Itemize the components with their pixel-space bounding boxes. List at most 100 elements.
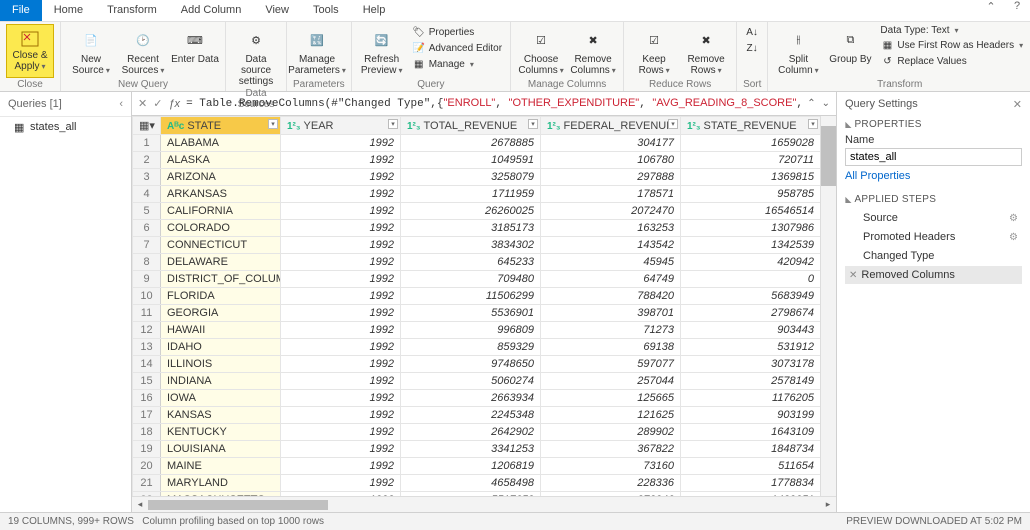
data-source-settings-button[interactable]: ⚙Data source settings (232, 24, 280, 87)
properties-button[interactable]: 🏷Properties (410, 24, 504, 40)
query-name-input[interactable] (845, 148, 1022, 166)
tab-add-column[interactable]: Add Column (169, 0, 254, 21)
cell-state[interactable]: INDIANA (161, 373, 281, 390)
table-row[interactable]: 10FLORIDA1992115062997884205683949 (133, 288, 821, 305)
close-settings-icon[interactable]: ✕ (1013, 98, 1022, 111)
commit-icon[interactable]: ✓ (153, 97, 162, 110)
cell-value[interactable]: 1711959 (401, 186, 541, 203)
cell-value[interactable]: 2663934 (401, 390, 541, 407)
cell-value[interactable]: 1992 (281, 305, 401, 322)
recent-sources-button[interactable]: 🕑Recent Sources (119, 24, 167, 76)
cell-value[interactable]: 2678885 (401, 135, 541, 152)
cell-value[interactable]: 1992 (281, 441, 401, 458)
cell-value[interactable]: 1848734 (681, 441, 821, 458)
cell-value[interactable]: 1992 (281, 220, 401, 237)
table-row[interactable]: 14ILLINOIS199297486505970773073178 (133, 356, 821, 373)
cell-value[interactable]: 9748650 (401, 356, 541, 373)
table-row[interactable]: 22MASSACHUSETTS199255176592739461439051 (133, 492, 821, 497)
cell-value[interactable]: 1992 (281, 339, 401, 356)
choose-columns-button[interactable]: ☑Choose Columns (517, 24, 565, 76)
table-row[interactable]: 12HAWAII199299680971273903443 (133, 322, 821, 339)
cell-value[interactable]: 1992 (281, 152, 401, 169)
advanced-editor-button[interactable]: 📝Advanced Editor (410, 40, 504, 56)
cell-state[interactable]: CALIFORNIA (161, 203, 281, 220)
first-row-headers-button[interactable]: ▦Use First Row as Headers (878, 37, 1025, 53)
cell-value[interactable]: 304177 (541, 135, 681, 152)
gear-icon[interactable]: ⚙ (1009, 232, 1018, 243)
cell-state[interactable]: HAWAII (161, 322, 281, 339)
cell-value[interactable]: 1992 (281, 407, 401, 424)
cell-value[interactable]: 2245348 (401, 407, 541, 424)
refresh-preview-button[interactable]: 🔄Refresh Preview (358, 24, 406, 76)
cell-state[interactable]: DISTRICT_OF_COLUMBIA (161, 271, 281, 288)
cell-value[interactable]: 5536901 (401, 305, 541, 322)
cell-state[interactable]: KANSAS (161, 407, 281, 424)
tab-home[interactable]: Home (42, 0, 95, 21)
cell-value[interactable]: 1992 (281, 135, 401, 152)
tab-help[interactable]: Help (351, 0, 398, 21)
formula-text[interactable]: = Table.RemoveColumns(#"Changed Type",{"… (186, 97, 801, 110)
cell-value[interactable]: 2578149 (681, 373, 821, 390)
table-row[interactable]: 19LOUISIANA199233412533678221848734 (133, 441, 821, 458)
cell-value[interactable]: 367822 (541, 441, 681, 458)
data-type-button[interactable]: Data Type: Text (878, 24, 1025, 37)
cell-value[interactable]: 1992 (281, 458, 401, 475)
cell-value[interactable]: 228336 (541, 475, 681, 492)
table-row[interactable]: 11GEORGIA199255369013987012798674 (133, 305, 821, 322)
cell-value[interactable]: 398701 (541, 305, 681, 322)
cell-value[interactable]: 1369815 (681, 169, 821, 186)
cell-value[interactable]: 5517659 (401, 492, 541, 497)
cell-value[interactable]: 3258079 (401, 169, 541, 186)
cell-value[interactable]: 11506299 (401, 288, 541, 305)
cell-state[interactable]: DELAWARE (161, 254, 281, 271)
cell-value[interactable]: 1992 (281, 203, 401, 220)
scroll-right-icon[interactable]: ▸ (820, 499, 836, 510)
scroll-left-icon[interactable]: ◂ (132, 499, 148, 510)
remove-columns-button[interactable]: ✖Remove Columns (569, 24, 617, 76)
column-header-state[interactable]: AᴮcSTATE▾ (161, 117, 281, 135)
cell-value[interactable]: 2072470 (541, 203, 681, 220)
cell-state[interactable]: FLORIDA (161, 288, 281, 305)
table-row[interactable]: 7CONNECTICUT199238343021435421342539 (133, 237, 821, 254)
column-header-federal_revenue[interactable]: 1²₃FEDERAL_REVENUE▾ (541, 117, 681, 135)
table-row[interactable]: 15INDIANA199250602742570442578149 (133, 373, 821, 390)
chevron-up-icon[interactable]: ⌃ (978, 0, 1004, 21)
cell-value[interactable]: 1206819 (401, 458, 541, 475)
horizontal-scrollbar[interactable]: ◂ ▸ (132, 496, 836, 512)
collapse-icon[interactable]: ‹ (119, 98, 123, 110)
cell-value[interactable]: 257044 (541, 373, 681, 390)
applied-steps-section[interactable]: APPLIED STEPS (845, 194, 1022, 205)
cell-value[interactable]: 1992 (281, 373, 401, 390)
cell-value[interactable]: 645233 (401, 254, 541, 271)
cell-value[interactable]: 3341253 (401, 441, 541, 458)
tab-view[interactable]: View (253, 0, 301, 21)
cell-value[interactable]: 0 (681, 271, 821, 288)
close-apply-button[interactable]: Close & Apply (6, 24, 54, 78)
table-row[interactable]: 13IDAHO199285932969138531912 (133, 339, 821, 356)
cell-value[interactable]: 2798674 (681, 305, 821, 322)
cell-value[interactable]: 1049591 (401, 152, 541, 169)
cell-state[interactable]: MASSACHUSETTS (161, 492, 281, 497)
applied-step[interactable]: Promoted Headers⚙ (845, 228, 1022, 246)
cell-value[interactable]: 1992 (281, 186, 401, 203)
cell-value[interactable]: 73160 (541, 458, 681, 475)
table-row[interactable]: 1ALABAMA199226788853041771659028 (133, 135, 821, 152)
cell-value[interactable]: 121625 (541, 407, 681, 424)
applied-step[interactable]: Changed Type (845, 247, 1022, 265)
cell-value[interactable]: 1992 (281, 271, 401, 288)
formula-down-icon[interactable]: ⌄ (822, 98, 830, 109)
formula-up-icon[interactable]: ⌃ (807, 98, 815, 109)
corner-cell[interactable]: ▦▾ (133, 117, 161, 135)
manage-button[interactable]: ▦Manage (410, 56, 504, 72)
table-row[interactable]: 16IOWA199226639341256651176205 (133, 390, 821, 407)
cell-value[interactable]: 71273 (541, 322, 681, 339)
enter-data-button[interactable]: ⌨Enter Data (171, 24, 219, 65)
cell-value[interactable]: 903199 (681, 407, 821, 424)
cell-value[interactable]: 1778834 (681, 475, 821, 492)
cell-value[interactable]: 178571 (541, 186, 681, 203)
cell-value[interactable]: 163253 (541, 220, 681, 237)
cell-value[interactable]: 903443 (681, 322, 821, 339)
tab-file[interactable]: File (0, 0, 42, 21)
cell-value[interactable]: 289902 (541, 424, 681, 441)
table-row[interactable]: 3ARIZONA199232580792978881369815 (133, 169, 821, 186)
